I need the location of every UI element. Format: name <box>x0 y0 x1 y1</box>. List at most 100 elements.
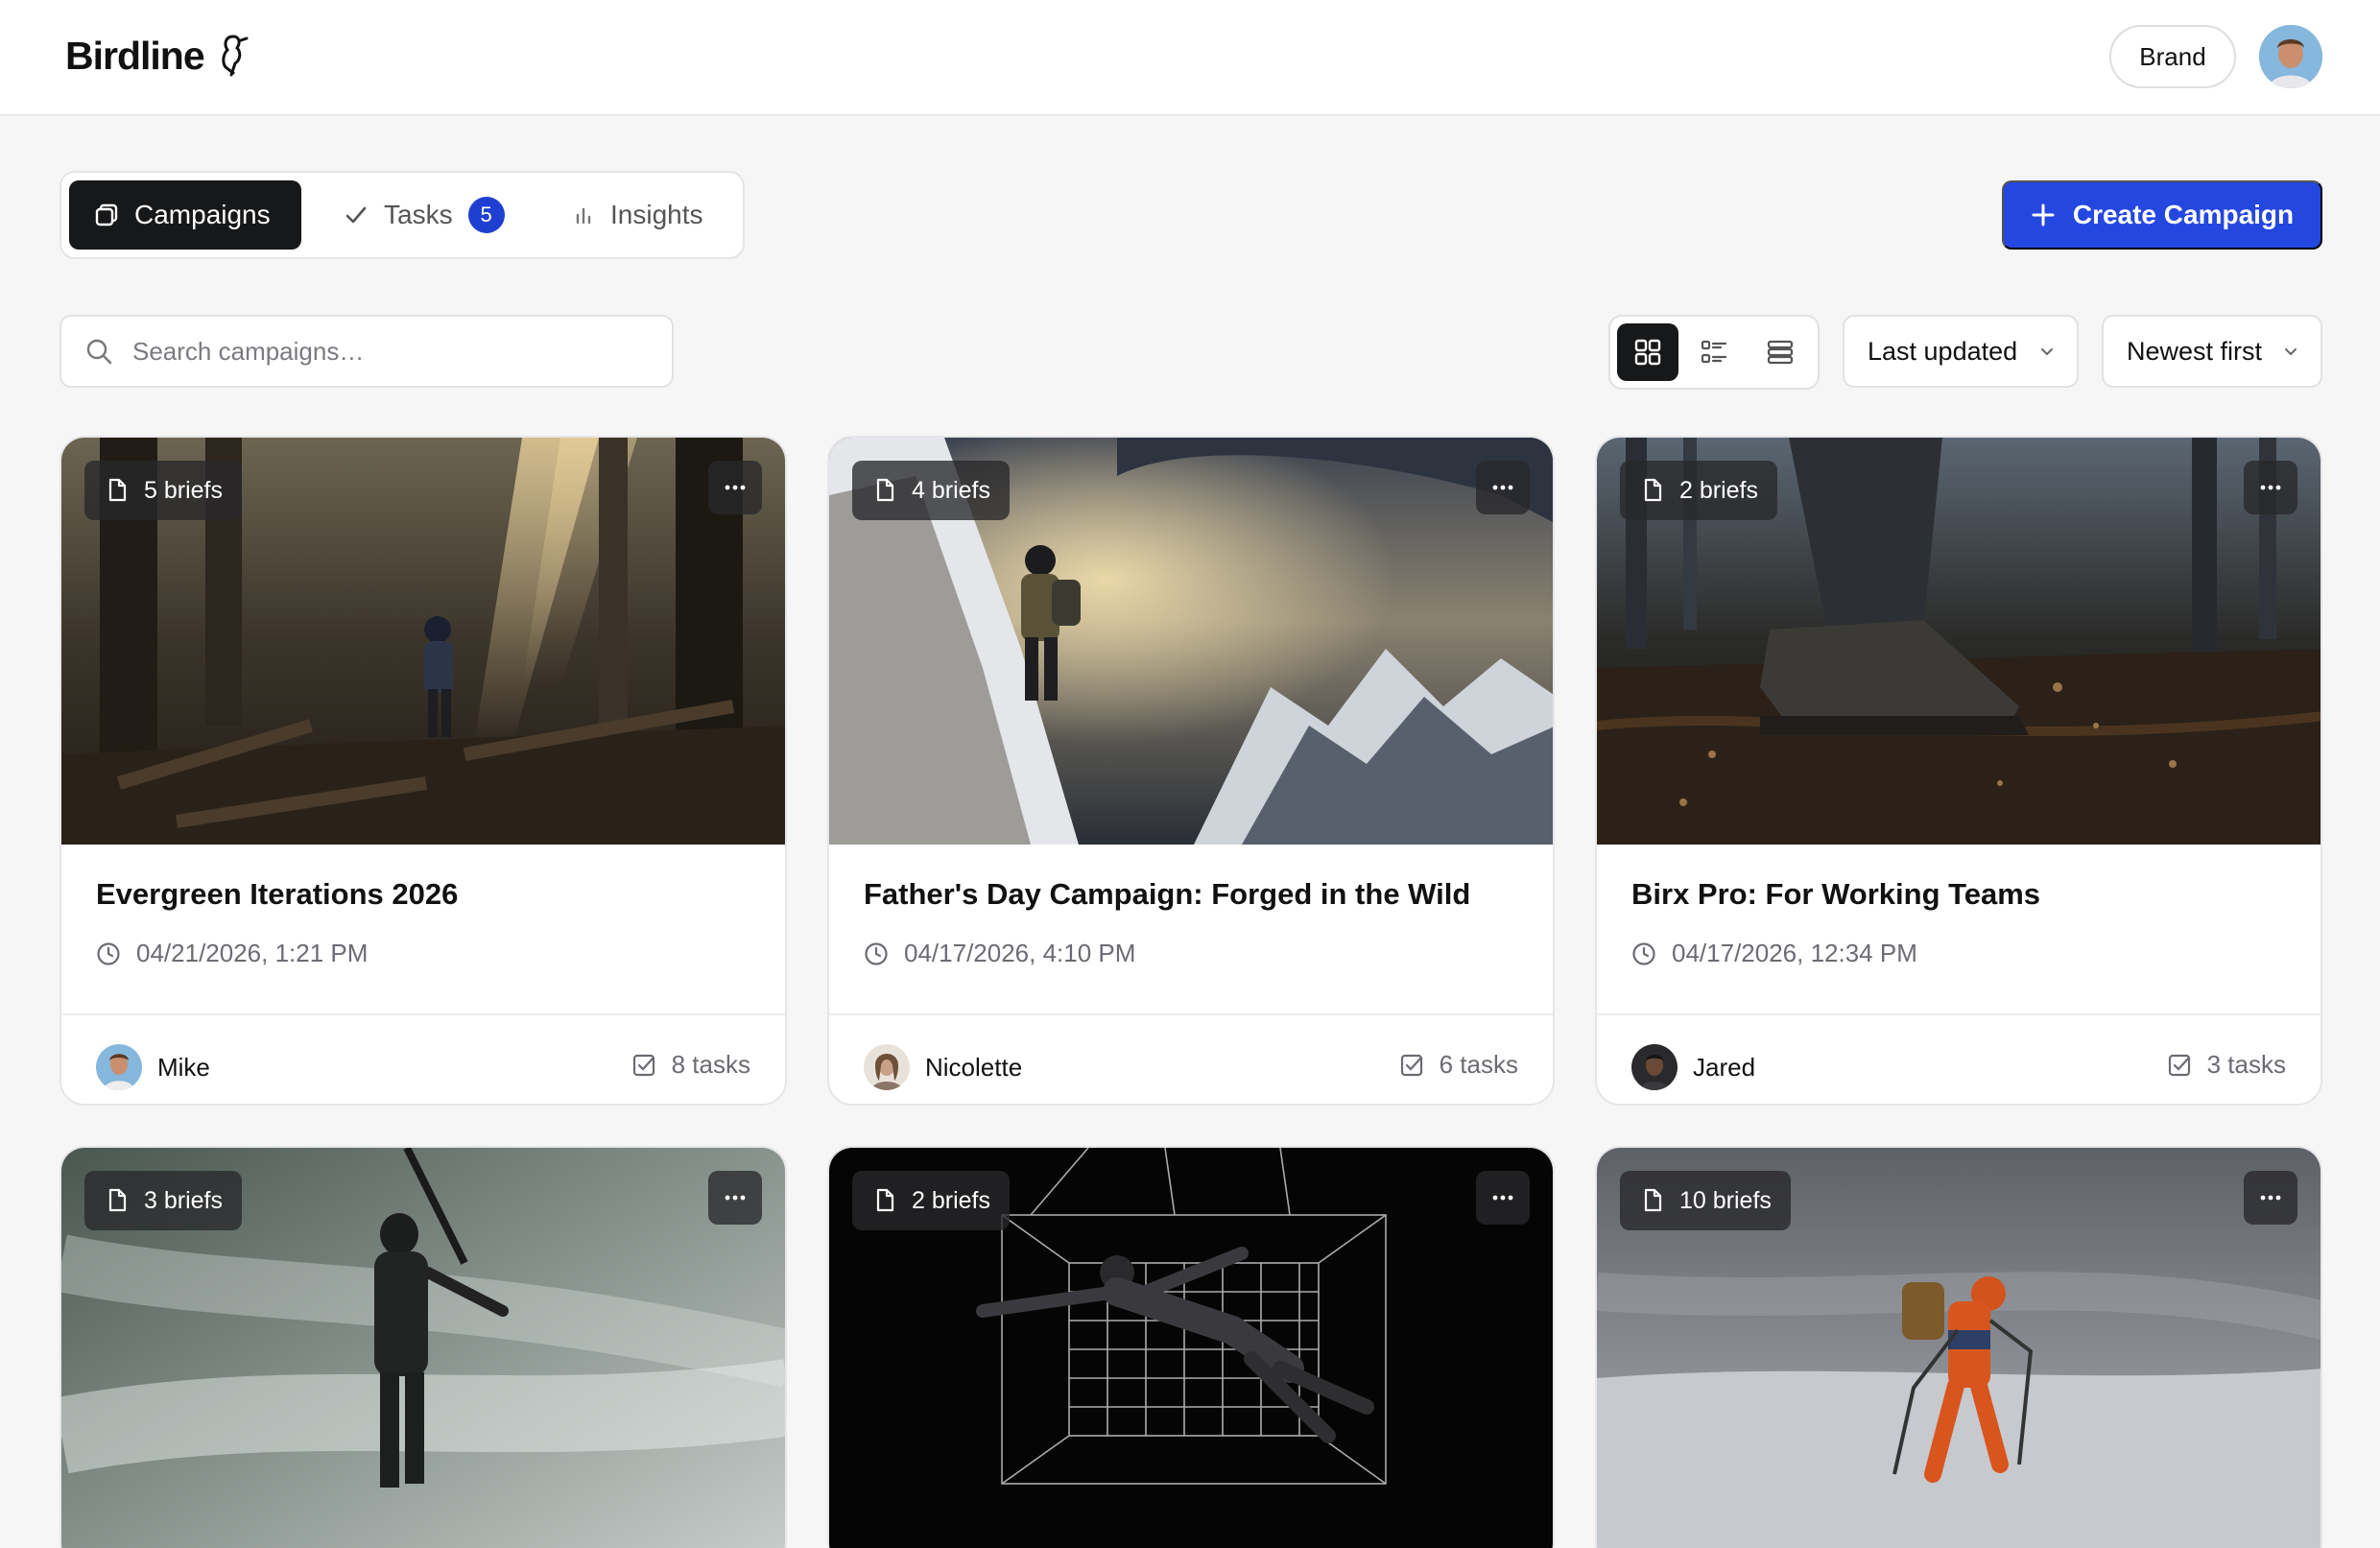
campaign-tasks: 3 tasks <box>2167 1050 2286 1080</box>
app-name: Birdline <box>65 33 205 78</box>
campaign-date-text: 04/17/2026, 4:10 PM <box>904 939 1136 967</box>
briefs-count-badge: 4 briefs <box>852 461 1010 520</box>
campaign-title[interactable]: Evergreen Iterations 2026 <box>96 877 458 912</box>
campaign-card[interactable]: 4 briefs Father's Day Campaign: Forged i… <box>827 436 1555 1106</box>
campaign-date-text: 04/17/2026, 12:34 PM <box>1672 939 1917 967</box>
create-campaign-label: Create Campaign <box>2072 200 2295 229</box>
app-logo[interactable]: Birdline <box>65 29 250 83</box>
search-icon <box>86 339 112 365</box>
bird-logo-icon <box>221 35 249 77</box>
owner-name: Nicolette <box>925 1052 1023 1082</box>
card-divider <box>829 1013 1553 1015</box>
view-mode-toggle <box>1608 315 1820 390</box>
tab-tasks-label: Tasks <box>384 200 453 229</box>
more-dots-icon <box>1492 1195 1513 1201</box>
tasks-count: 3 tasks <box>2206 1050 2286 1079</box>
card-more-button[interactable] <box>708 1171 762 1225</box>
user-avatar[interactable] <box>2259 25 2322 88</box>
tab-insights-label: Insights <box>610 200 703 229</box>
more-dots-icon <box>2260 1195 2281 1201</box>
search-input[interactable] <box>132 336 631 367</box>
document-icon <box>1644 478 1662 502</box>
briefs-count-badge: 2 briefs <box>852 1171 1010 1230</box>
more-dots-icon <box>725 485 746 490</box>
tab-tasks[interactable]: Tasks 5 <box>319 180 530 250</box>
list-detail-icon <box>1701 340 1727 364</box>
rows-view-button[interactable] <box>1749 323 1811 381</box>
campaign-card[interactable]: 2 briefs <box>827 1146 1555 1548</box>
owner-avatar <box>1631 1044 1678 1090</box>
campaign-tasks: 8 tasks <box>631 1050 750 1080</box>
plus-icon <box>2032 203 2055 226</box>
tab-campaigns-label: Campaigns <box>134 200 271 229</box>
briefs-count-badge: 10 briefs <box>1620 1171 1791 1230</box>
rows-icon <box>1767 340 1794 365</box>
more-dots-icon <box>725 1195 746 1201</box>
briefs-count: 2 briefs <box>1679 476 1758 504</box>
document-icon <box>1644 1188 1662 1212</box>
card-more-button[interactable] <box>1476 461 1530 514</box>
check-icon <box>345 206 367 224</box>
briefs-count-badge: 2 briefs <box>1620 461 1777 520</box>
tasks-count: 6 tasks <box>1439 1050 1518 1079</box>
sort-order-value: Newest first <box>2127 336 2263 366</box>
campaign-card[interactable]: 10 briefs <box>1595 1146 2322 1548</box>
briefs-count: 2 briefs <box>912 1186 990 1214</box>
campaign-card[interactable]: 2 briefs Birx Pro: For Working Teams 04/… <box>1595 436 2322 1106</box>
campaign-title[interactable]: Father's Day Campaign: Forged in the Wil… <box>864 877 1470 912</box>
card-divider <box>61 1013 785 1015</box>
campaign-tasks: 6 tasks <box>1399 1050 1518 1080</box>
checkbox-icon <box>2168 1054 2190 1076</box>
campaign-date: 04/17/2026, 12:34 PM <box>1631 939 1917 968</box>
top-bar: Birdline Brand <box>0 0 2380 116</box>
create-campaign-button[interactable]: Create Campaign <box>2002 180 2322 250</box>
campaign-card[interactable]: 5 briefs Evergreen Iterations 2026 04/21… <box>60 436 787 1106</box>
tab-campaigns[interactable]: Campaigns <box>69 180 301 250</box>
more-dots-icon <box>1492 485 1513 490</box>
tab-insights[interactable]: Insights <box>547 180 739 250</box>
list-detail-view-button[interactable] <box>1683 323 1745 381</box>
card-more-button[interactable] <box>2244 461 2297 514</box>
owner-name: Mike <box>157 1052 210 1082</box>
checkbox-icon <box>1400 1054 1422 1076</box>
campaign-card[interactable]: 3 briefs <box>60 1146 787 1548</box>
campaign-owner: Nicolette <box>864 1044 1022 1090</box>
campaign-owner: Jared <box>1631 1044 1755 1090</box>
clock-icon <box>97 941 120 965</box>
sort-field-dropdown[interactable]: Last updated <box>1843 315 2079 388</box>
document-icon <box>876 478 894 502</box>
card-more-button[interactable] <box>708 461 762 514</box>
grid-icon <box>1634 339 1661 366</box>
campaign-date: 04/21/2026, 1:21 PM <box>96 939 368 968</box>
card-more-button[interactable] <box>2244 1171 2297 1225</box>
grid-view-button[interactable] <box>1617 323 1678 381</box>
document-icon <box>876 1188 894 1212</box>
briefs-count: 5 briefs <box>144 476 223 504</box>
briefs-count: 10 briefs <box>1679 1186 1772 1214</box>
sort-order-dropdown[interactable]: Newest first <box>2102 315 2322 388</box>
campaign-date-text: 04/21/2026, 1:21 PM <box>136 939 369 967</box>
checkbox-icon <box>632 1054 654 1076</box>
card-more-button[interactable] <box>1476 1171 1530 1225</box>
card-divider <box>1597 1013 2320 1015</box>
briefs-count: 4 briefs <box>912 476 990 504</box>
owner-avatar <box>864 1044 910 1090</box>
section-tabs: Campaigns Tasks 5 Insights <box>60 171 745 259</box>
owner-name: Jared <box>1693 1052 1756 1082</box>
copy-icon <box>95 203 118 226</box>
campaign-title[interactable]: Birx Pro: For Working Teams <box>1631 877 2040 912</box>
clock-icon <box>1632 941 1655 965</box>
search-box[interactable] <box>60 315 674 388</box>
clock-icon <box>865 941 888 965</box>
tasks-count: 8 tasks <box>671 1050 750 1079</box>
brand-button[interactable]: Brand <box>2109 25 2236 88</box>
bar-chart-icon <box>576 207 591 225</box>
briefs-count: 3 briefs <box>144 1186 223 1214</box>
chevron-down-icon <box>2041 348 2053 356</box>
sort-field-value: Last updated <box>1868 336 2018 366</box>
briefs-count-badge: 3 briefs <box>84 1171 242 1230</box>
campaign-date: 04/17/2026, 4:10 PM <box>864 939 1135 968</box>
campaign-owner: Mike <box>96 1044 210 1090</box>
briefs-count-badge: 5 briefs <box>84 461 242 520</box>
tasks-count-badge: 5 <box>467 197 505 233</box>
